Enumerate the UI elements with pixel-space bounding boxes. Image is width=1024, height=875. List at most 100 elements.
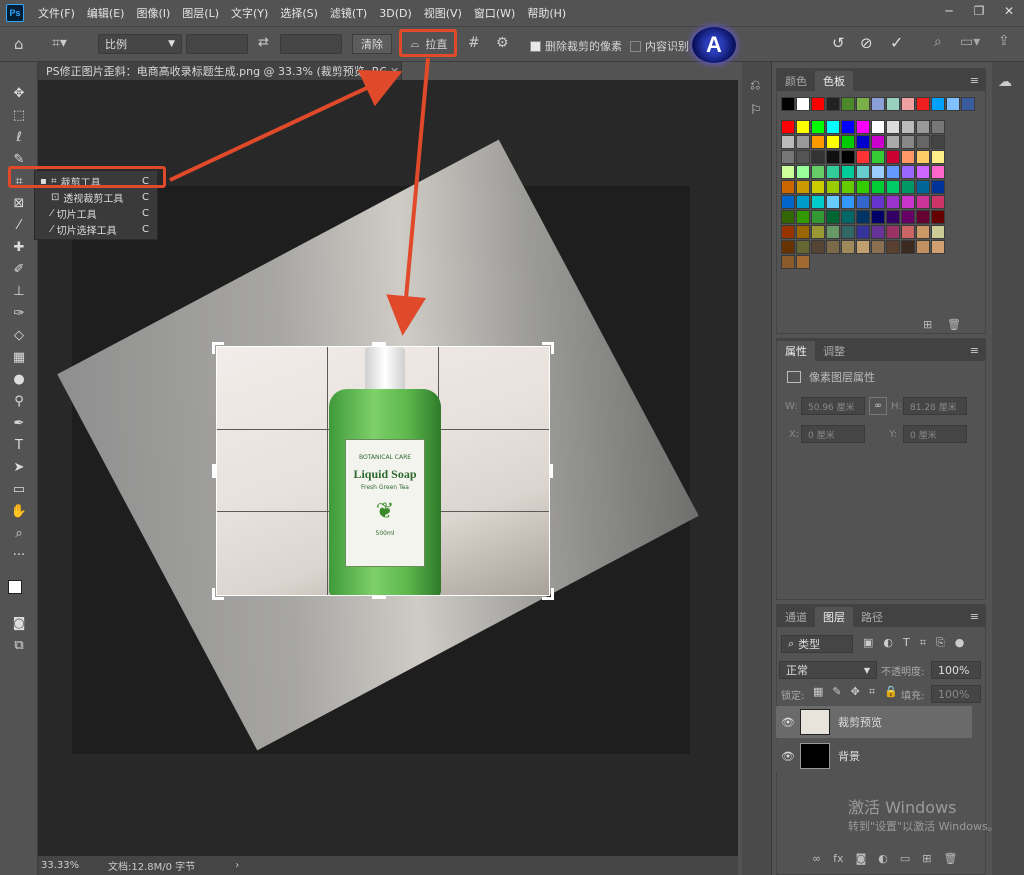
color-swatch[interactable] — [781, 150, 795, 164]
color-swatch[interactable] — [901, 165, 915, 179]
menu-type[interactable]: 文字(Y) — [225, 5, 274, 21]
menu-edit[interactable]: 编辑(E) — [81, 5, 131, 21]
color-swatch[interactable] — [841, 225, 855, 239]
color-swatch[interactable] — [796, 255, 810, 269]
color-swatch[interactable] — [856, 195, 870, 209]
color-swatch[interactable] — [856, 225, 870, 239]
home-icon[interactable]: ⌂ — [14, 35, 24, 53]
color-swatch[interactable] — [781, 180, 795, 194]
color-swatch[interactable] — [856, 210, 870, 224]
color-swatch[interactable] — [811, 225, 825, 239]
color-swatch[interactable] — [781, 195, 795, 209]
color-swatch[interactable] — [796, 240, 810, 254]
menu-filter[interactable]: 滤镜(T) — [324, 5, 373, 21]
eye-icon[interactable]: 👁 — [776, 716, 800, 729]
color-swatch[interactable] — [856, 135, 870, 149]
color-swatch[interactable] — [826, 150, 840, 164]
share-icon[interactable]: ⇪ — [998, 33, 1010, 49]
color-swatch[interactable] — [841, 165, 855, 179]
tab-channels[interactable]: 通道 — [777, 607, 815, 627]
color-swatch[interactable] — [901, 210, 915, 224]
menu-file[interactable]: 文件(F) — [32, 5, 81, 21]
color-swatch[interactable] — [826, 210, 840, 224]
color-swatch[interactable] — [946, 97, 960, 111]
quick-mask-icon[interactable]: ◙ — [0, 612, 38, 634]
color-swatch[interactable] — [781, 97, 795, 111]
color-swatch[interactable] — [796, 135, 810, 149]
color-swatch[interactable] — [811, 240, 825, 254]
blur-tool-icon[interactable]: ● — [0, 368, 38, 390]
maximize-icon[interactable]: ❐ — [964, 0, 994, 22]
color-swatch[interactable] — [781, 255, 795, 269]
color-swatch[interactable] — [901, 225, 915, 239]
panel-menu-icon[interactable]: ≡ — [964, 610, 985, 627]
eye-icon[interactable]: 👁 — [776, 750, 800, 763]
rectangle-tool-icon[interactable]: ▭ — [0, 478, 38, 500]
menu-image[interactable]: 图像(I) — [130, 5, 176, 21]
workspace-icon[interactable]: ▭▾ — [960, 34, 980, 50]
color-swatch[interactable] — [916, 195, 930, 209]
color-swatch[interactable] — [781, 240, 795, 254]
tab-swatches[interactable]: 色板 — [815, 71, 853, 91]
creative-cloud-icon[interactable]: ☁ — [998, 74, 1024, 90]
lock-all-icon[interactable]: 🔒 — [884, 685, 898, 699]
gear-icon[interactable]: ⚙ — [496, 35, 509, 51]
color-swatch[interactable] — [796, 195, 810, 209]
flyout-item-slice[interactable]: ⁄ 切片工具 C — [35, 205, 157, 221]
color-swatch[interactable] — [871, 180, 885, 194]
crop-handle-br[interactable] — [542, 588, 554, 600]
filter-smart-icon[interactable]: ⎘ — [936, 636, 945, 650]
color-swatch[interactable] — [796, 165, 810, 179]
screen-mode-icon[interactable]: ⧉ — [0, 634, 38, 656]
color-swatch[interactable] — [931, 240, 945, 254]
color-swatch[interactable] — [856, 150, 870, 164]
color-swatch[interactable] — [871, 195, 885, 209]
filter-pixel-icon[interactable]: ▣ — [863, 636, 873, 650]
move-tool-icon[interactable]: ✥ — [0, 82, 38, 104]
color-swatch[interactable] — [931, 210, 945, 224]
crop-handle-left[interactable] — [212, 464, 216, 478]
crop-handle-bottom[interactable] — [372, 595, 386, 599]
panel-menu-icon[interactable]: ≡ — [964, 74, 985, 91]
tab-paths[interactable]: 路径 — [853, 607, 891, 627]
stamp-tool-icon[interactable]: ⊥ — [0, 280, 38, 302]
color-swatch[interactable] — [931, 165, 945, 179]
color-swatch[interactable] — [871, 210, 885, 224]
crop-handle-tl[interactable] — [212, 342, 224, 354]
color-swatch[interactable] — [901, 97, 915, 111]
color-swatch[interactable] — [931, 97, 945, 111]
color-swatch[interactable] — [931, 120, 945, 134]
crop-handle-top[interactable] — [372, 342, 386, 346]
color-swatch[interactable] — [811, 135, 825, 149]
color-swatch[interactable] — [841, 120, 855, 134]
grid-overlay-icon[interactable]: # — [468, 35, 480, 51]
pen-tool-icon[interactable]: ✒ — [0, 412, 38, 434]
document-tab[interactable]: PS修正图片歪斜：电商高收录标题生成.png @ 33.3% (裁剪预览, RG… — [38, 62, 402, 80]
color-swatch[interactable] — [901, 150, 915, 164]
color-swatch[interactable] — [931, 135, 945, 149]
color-swatch[interactable] — [886, 135, 900, 149]
opacity-field[interactable]: 100% — [931, 661, 981, 679]
color-swatch[interactable] — [796, 120, 810, 134]
layer-kind-filter[interactable]: ⌕ 类型 — [781, 635, 853, 653]
history-panel-icon[interactable]: ⎌ — [750, 78, 771, 93]
lasso-tool-icon[interactable]: ℓ — [0, 126, 38, 148]
more-tools-icon[interactable]: ··· — [0, 544, 38, 566]
color-swatch[interactable] — [916, 120, 930, 134]
color-swatch[interactable] — [811, 150, 825, 164]
color-swatch[interactable] — [856, 165, 870, 179]
color-swatch[interactable] — [841, 150, 855, 164]
gradient-tool-icon[interactable]: ▦ — [0, 346, 38, 368]
color-swatch[interactable] — [916, 165, 930, 179]
color-swatch[interactable] — [856, 120, 870, 134]
properties-panel-icon[interactable]: ⚐ — [750, 103, 771, 118]
lock-move-icon[interactable]: ✥ — [851, 685, 860, 699]
color-swatch[interactable] — [916, 97, 930, 111]
menu-layer[interactable]: 图层(L) — [176, 5, 225, 21]
blend-mode-select[interactable]: 正常 ▼ — [779, 661, 877, 679]
color-swatch[interactable] — [931, 195, 945, 209]
color-swatch[interactable] — [961, 97, 975, 111]
reset-icon[interactable]: ↺ — [832, 34, 845, 52]
color-swatch[interactable] — [901, 240, 915, 254]
filter-adjust-icon[interactable]: ◐ — [883, 636, 893, 650]
